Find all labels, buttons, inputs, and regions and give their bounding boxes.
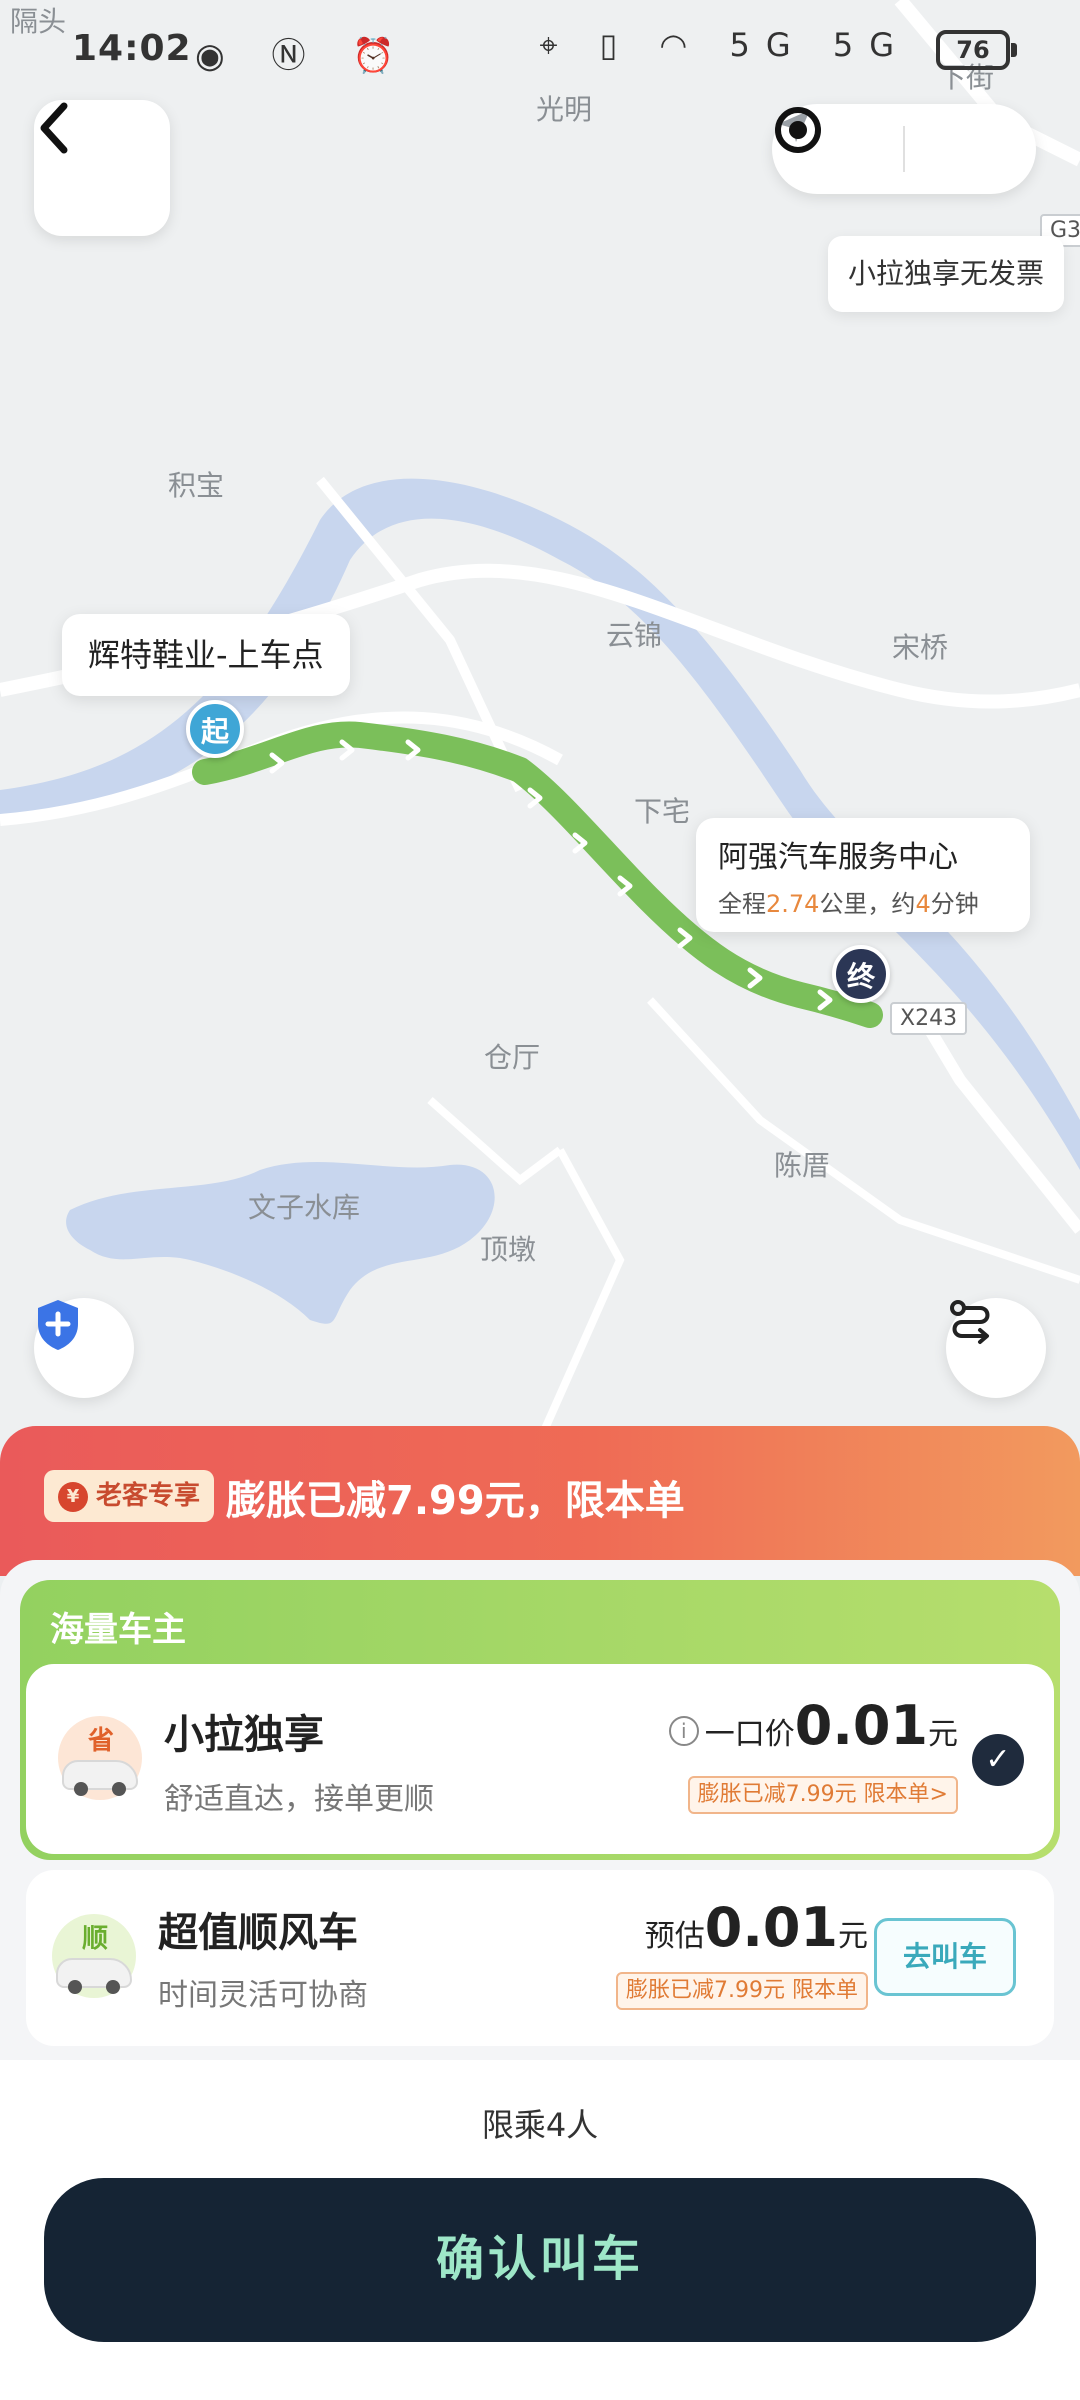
ride-options-sheet: 海量车主 省 小拉独享 舒适直达，接单更顺 i 一口价0.01元 膨胀已减7.99… — [0, 1560, 1080, 2400]
map-view[interactable]: 隔头 光明 下街 积宝 云锦 宋桥 下宅 仓厅 陈厝 文子水库 顶墩 G3 X2… — [0, 0, 1080, 1440]
shield-icon — [38, 1300, 78, 1350]
option-title: 超值顺风车 — [158, 1910, 358, 1956]
back-button[interactable] — [34, 100, 170, 236]
status-time: 14:02 — [72, 28, 192, 69]
road — [536, 1148, 625, 1440]
location-icon: ⌖ — [539, 26, 574, 64]
place-label: 积宝 — [168, 469, 225, 502]
place-label: 下宅 — [634, 795, 691, 828]
option-subtitle: 舒适直达，接单更顺 — [164, 1782, 434, 1817]
place-label: 文子水库 — [248, 1191, 361, 1224]
checkmark-icon[interactable]: ✓ — [972, 1734, 1024, 1786]
map-control-group — [772, 104, 1036, 194]
route-icon — [950, 1300, 990, 1344]
chevron-left-icon — [40, 102, 68, 154]
route-distance: 2.74 — [766, 890, 820, 918]
place-label: 顶墩 — [480, 1233, 537, 1266]
footer-area: 限乘4人 确认叫车 — [0, 2060, 1080, 2400]
locate-me-icon[interactable] — [772, 104, 824, 156]
destination-info[interactable]: 阿强汽车服务中心 全程2.74公里，约4分钟 — [696, 818, 1030, 932]
price-value: 0.01 — [794, 1694, 928, 1757]
promo-text: 膨胀已减7.99元，限本单 — [226, 1478, 685, 1524]
group-title: 海量车主 — [50, 1610, 186, 1650]
car-icon: 顺 — [52, 1914, 136, 1998]
destination-label: 阿强汽车服务中心 — [718, 840, 958, 875]
start-pin-icon: 起 — [186, 700, 244, 758]
end-pin-icon: 终 — [832, 945, 890, 1003]
route-summary: 全程2.74公里，约4分钟 — [718, 890, 979, 918]
price-value: 0.01 — [704, 1896, 838, 1959]
route-duration: 4 — [915, 890, 931, 918]
vibrate-icon: ▯ — [599, 26, 634, 64]
place-label: 仓厅 — [484, 1041, 541, 1074]
pickup-label[interactable]: 辉特鞋业-上车点 — [62, 614, 350, 696]
divider — [903, 126, 905, 172]
place-label: 云锦 — [606, 619, 663, 652]
status-bar: 14:02 ◉ Ⓝ ⏰ ⌖ ▯ ◠ 5G 5G 76 — [0, 0, 1080, 100]
system-icons: ⌖ ▯ ◠ 5G 5G — [539, 26, 910, 65]
ride-option-carpool[interactable]: 顺 超值顺风车 时间灵活可协商 预估0.01元 膨胀已减7.99元 限本单 去叫… — [26, 1870, 1054, 2046]
option-price: 预估0.01元 — [644, 1896, 868, 1959]
go-call-button[interactable]: 去叫车 — [874, 1918, 1016, 1996]
battery-icon: 76 — [936, 30, 1017, 70]
place-label: 陈厝 — [774, 1149, 831, 1182]
route-options-button[interactable] — [946, 1298, 1046, 1398]
yen-icon: ¥ — [58, 1482, 88, 1512]
ride-group-card: 海量车主 省 小拉独享 舒适直达，接单更顺 i 一口价0.01元 膨胀已减7.99… — [20, 1580, 1060, 1860]
place-label: 宋桥 — [892, 631, 949, 664]
signal-icon: 5G — [729, 26, 807, 64]
promo-tag: ¥ 老客专享 — [44, 1470, 215, 1522]
info-icon[interactable]: i — [668, 1716, 699, 1746]
option-price: i 一口价0.01元 — [668, 1694, 958, 1757]
passenger-limit: 限乘4人 — [481, 2106, 599, 2144]
invoice-tip: 小拉独享无发票 — [828, 236, 1065, 312]
discount-tag[interactable]: 膨胀已减7.99元 限本单> — [687, 1776, 958, 1814]
car-icon: 省 — [58, 1716, 142, 1800]
signal-icon: 5G — [832, 26, 910, 64]
discount-tag: 膨胀已减7.99元 限本单 — [616, 1972, 868, 2010]
confirm-call-button[interactable]: 确认叫车 — [44, 2178, 1036, 2342]
wifi-icon: ◠ — [659, 26, 704, 64]
promo-banner: ¥ 老客专享 膨胀已减7.99元，限本单 — [0, 1426, 1080, 1576]
ride-option-exclusive[interactable]: 省 小拉独享 舒适直达，接单更顺 i 一口价0.01元 膨胀已减7.99元 限本单… — [26, 1664, 1054, 1854]
safety-button[interactable] — [34, 1298, 134, 1398]
notification-icons: ◉ Ⓝ ⏰ — [195, 36, 413, 76]
option-title: 小拉独享 — [164, 1712, 324, 1758]
option-subtitle: 时间灵活可协商 — [158, 1978, 368, 2013]
road-tag: X243 — [890, 1002, 968, 1035]
